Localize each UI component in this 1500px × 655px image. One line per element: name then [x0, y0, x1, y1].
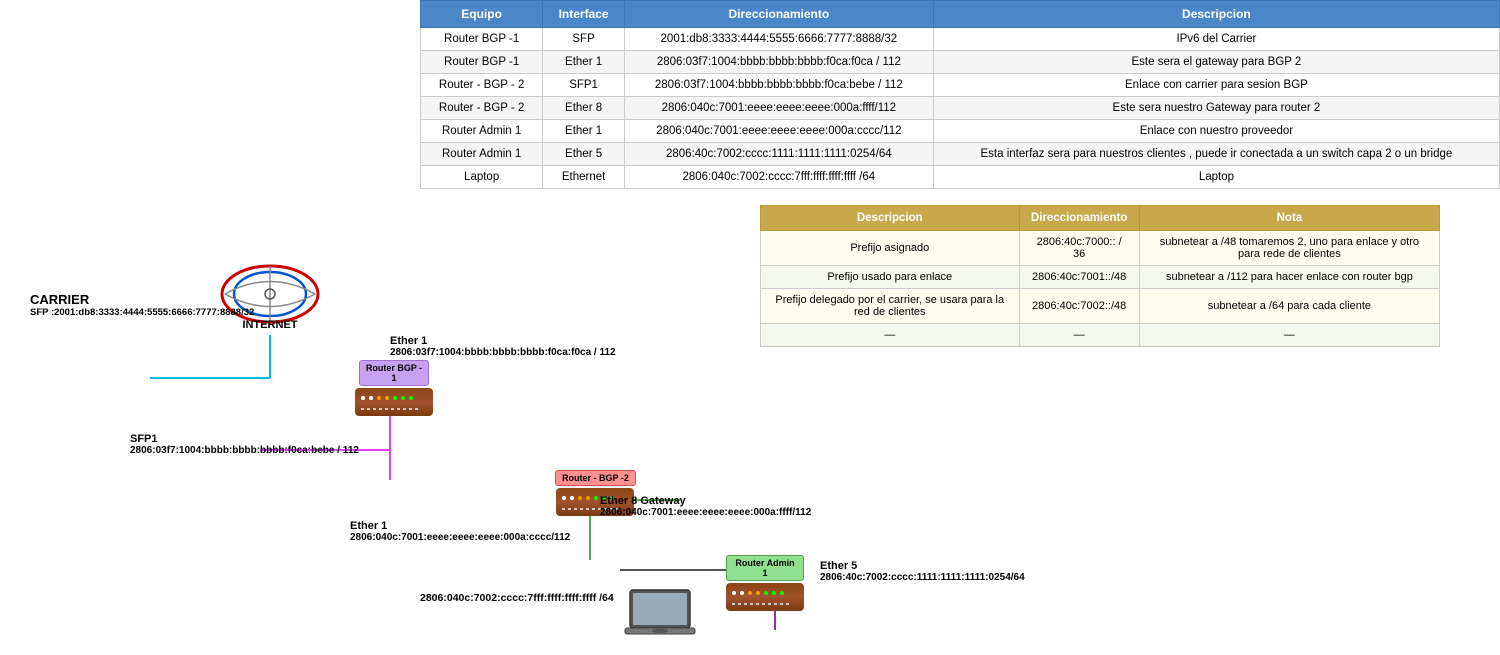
cell2-descripcion: Prefijo asignado [761, 231, 1020, 266]
router-admin1-icon [726, 583, 804, 611]
second-table-section: Descripcion Direccionamiento Nota Prefij… [760, 205, 1440, 347]
laptop-addr-label: 2806:040c:7002:cccc:7fff:ffff:ffff:ffff … [420, 592, 614, 604]
bgp1-ether1-label: Ether 1 2806:03f7:1004:bbbb:bbbb:bbbb:f0… [390, 335, 616, 358]
router-bgp2-label: Router - BGP -2 [555, 470, 636, 486]
cell-direccionamiento: 2806:03f7:1004:bbbb:bbbb:bbbb:f0ca:f0ca … [624, 51, 933, 74]
cell2-nota: — [1139, 324, 1439, 347]
cell-direccionamiento: 2001:db8:3333:4444:5555:6666:7777:8888/3… [624, 28, 933, 51]
network-diagram: INTERNET CARRIER SFP :2001:db8:3333:4444… [0, 140, 780, 620]
cell2-direccionamiento: 2806:40c:7002::/48 [1019, 289, 1139, 324]
second-table-row: Prefijo delegado por el carrier, se usar… [761, 289, 1440, 324]
cell2-descripcion: Prefijo delegado por el carrier, se usar… [761, 289, 1020, 324]
main-table-row: Router - BGP - 2SFP12806:03f7:1004:bbbb:… [421, 74, 1500, 97]
col-header-descripcion: Descripcion [933, 1, 1499, 28]
cell-equipo: Router BGP -1 [421, 51, 543, 74]
cell-descripcion: Esta interfaz sera para nuestros cliente… [933, 143, 1499, 166]
col2-header-direccionamiento: Direccionamiento [1019, 206, 1139, 231]
main-table-row: Router BGP -1Ether 12806:03f7:1004:bbbb:… [421, 51, 1500, 74]
carrier-label: CARRIER SFP :2001:db8:3333:4444:5555:666… [30, 292, 254, 318]
cell-interface: Ether 8 [543, 97, 625, 120]
cell2-direccionamiento: 2806:40c:7000:: / 36 [1019, 231, 1139, 266]
admin1-ether1-label: Ether 1 2806:040c:7001:eeee:eeee:eeee:00… [350, 520, 570, 543]
cell-descripcion: Enlace con carrier para sesion BGP [933, 74, 1499, 97]
cell-descripcion: Este sera nuestro Gateway para router 2 [933, 97, 1499, 120]
cell2-nota: subnetear a /64 para cada cliente [1139, 289, 1439, 324]
col2-header-descripcion: Descripcion [761, 206, 1020, 231]
cell2-descripcion: — [761, 324, 1020, 347]
second-table-row: ——— [761, 324, 1440, 347]
cell-equipo: Router - BGP - 2 [421, 97, 543, 120]
router-bgp1-icon [355, 388, 433, 416]
cell-equipo: Router - BGP - 2 [421, 74, 543, 97]
bgp2-sfp1-label: SFP1 2806:03f7:1004:bbbb:bbbb:bbbb:f0ca:… [130, 433, 359, 456]
cell-descripcion: IPv6 del Carrier [933, 28, 1499, 51]
cell-descripcion: Laptop [933, 166, 1499, 189]
cell-descripcion: Este sera el gateway para BGP 2 [933, 51, 1499, 74]
cell2-direccionamiento: — [1019, 324, 1139, 347]
cell2-nota: subnetear a /112 para hacer enlace con r… [1139, 266, 1439, 289]
col-header-direccionamiento: Direccionamiento [624, 1, 933, 28]
main-table-row: Router - BGP - 2Ether 82806:040c:7001:ee… [421, 97, 1500, 120]
cell-interface: SFP1 [543, 74, 625, 97]
cell-interface: SFP [543, 28, 625, 51]
router-bgp1-wrapper: Router BGP - 1 [355, 360, 433, 416]
laptop-svg [620, 585, 700, 650]
cell-interface: Ether 1 [543, 51, 625, 74]
router-bgp1-label: Router BGP - 1 [359, 360, 429, 386]
cell2-nota: subnetear a /48 tomaremos 2, uno para en… [1139, 231, 1439, 266]
internet-label: INTERNET [243, 319, 298, 331]
col-header-equipo: Equipo [421, 1, 543, 28]
second-table-row: Prefijo usado para enlace2806:40c:7001::… [761, 266, 1440, 289]
admin1-ether5-label: Ether 5 2806:40c:7002:cccc:1111:1111:111… [820, 560, 1025, 583]
main-table-row: Router BGP -1SFP2001:db8:3333:4444:5555:… [421, 28, 1500, 51]
cell2-direccionamiento: 2806:40c:7001::/48 [1019, 266, 1139, 289]
router-admin1-wrapper: Router Admin 1 [726, 555, 804, 611]
cell-equipo: Router BGP -1 [421, 28, 543, 51]
col-header-interface: Interface [543, 1, 625, 28]
cell2-descripcion: Prefijo usado para enlace [761, 266, 1020, 289]
cell-descripcion: Enlace con nuestro proveedor [933, 120, 1499, 143]
cell-direccionamiento: 2806:040c:7001:eeee:eeee:eeee:000a:ffff/… [624, 97, 933, 120]
cell-direccionamiento: 2806:03f7:1004:bbbb:bbbb:bbbb:f0ca:bebe … [624, 74, 933, 97]
laptop-icon [620, 585, 700, 655]
router-admin1-label: Router Admin 1 [726, 555, 804, 581]
bgp2-ether8-label: Ether 8 Gateway 2806:040c:7001:eeee:eeee… [600, 495, 811, 518]
col2-header-nota: Nota [1139, 206, 1439, 231]
second-table-row: Prefijo asignado2806:40c:7000:: / 36subn… [761, 231, 1440, 266]
second-table: Descripcion Direccionamiento Nota Prefij… [760, 205, 1440, 347]
